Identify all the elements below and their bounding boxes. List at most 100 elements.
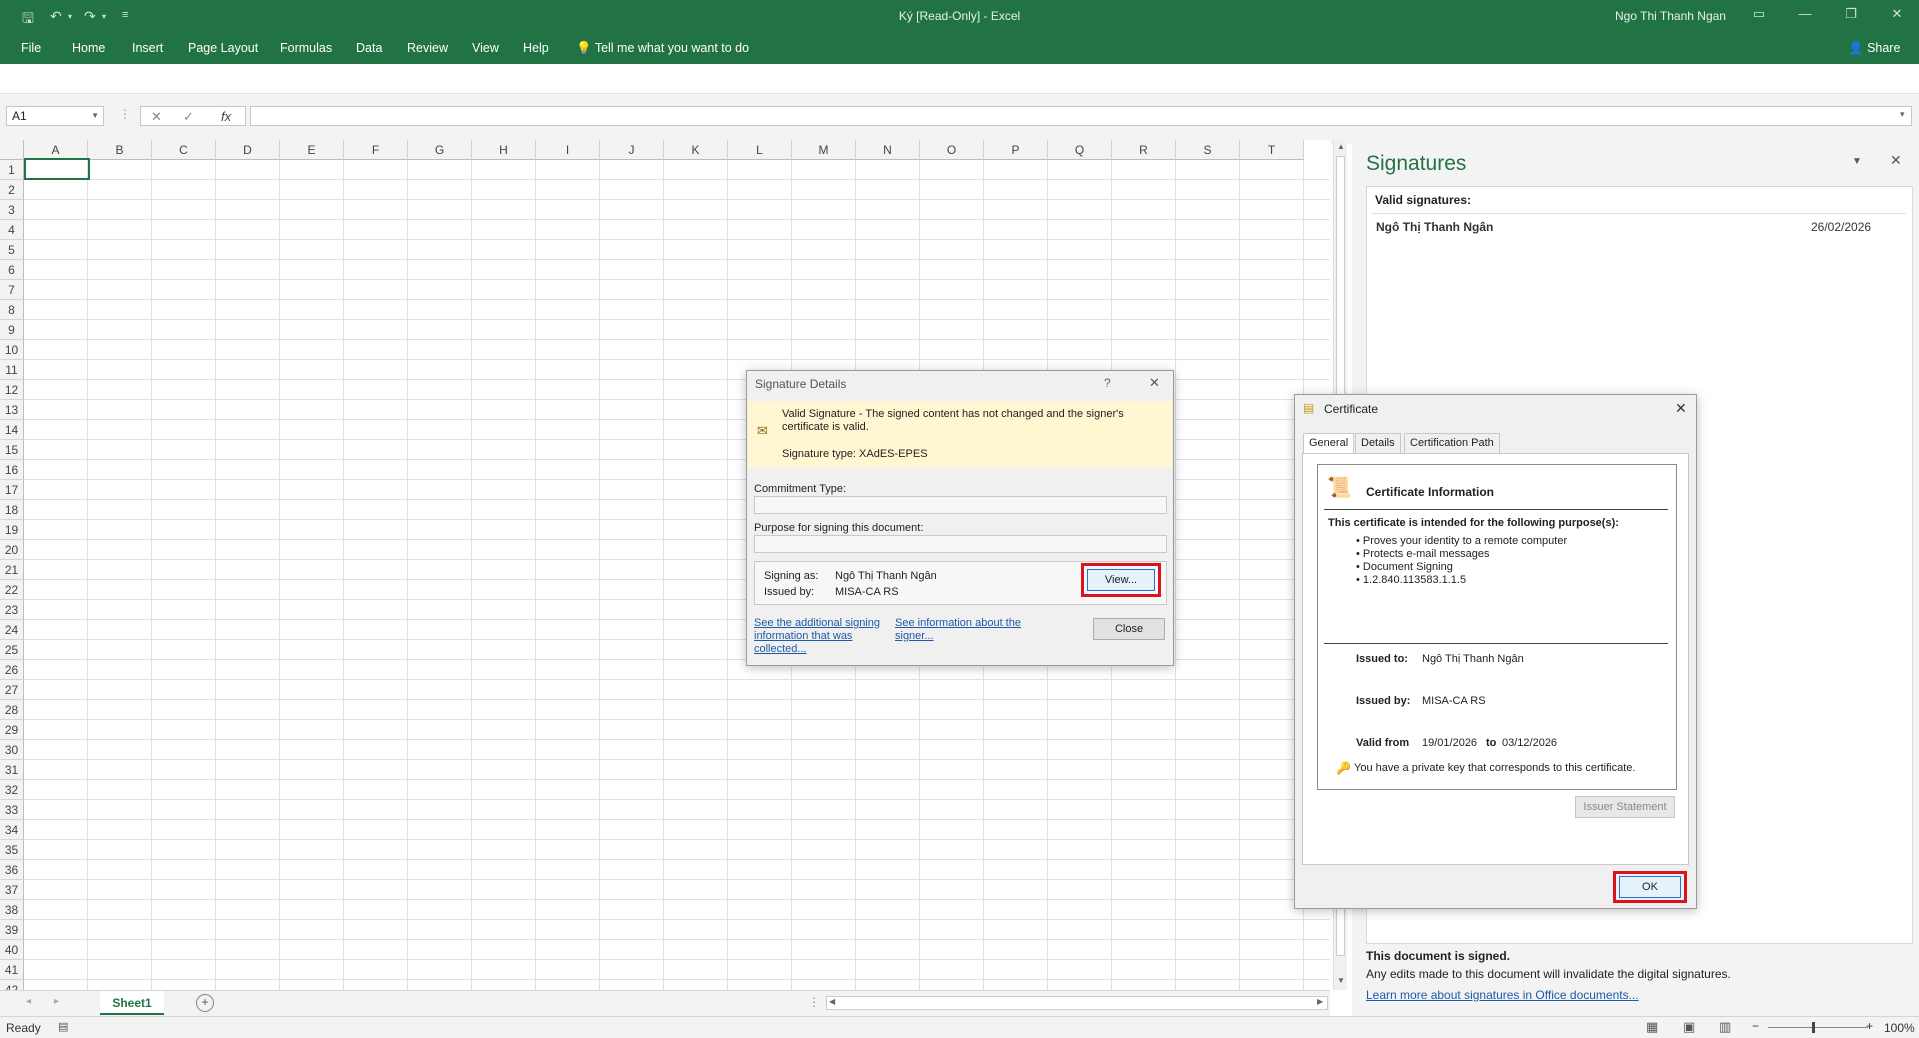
zoom-level[interactable]: 100% xyxy=(1884,1021,1915,1035)
row-header[interactable]: 9 xyxy=(0,320,24,340)
next-sheet-icon[interactable]: ▸ xyxy=(54,996,59,1007)
row-header[interactable]: 36 xyxy=(0,860,24,880)
column-header[interactable]: H xyxy=(472,140,536,160)
row-header[interactable]: 17 xyxy=(0,480,24,500)
name-box[interactable]: A1 ▼ xyxy=(6,106,104,126)
column-header[interactable]: B xyxy=(88,140,152,160)
normal-view-icon[interactable]: ▦ xyxy=(1646,1019,1658,1035)
column-header[interactable]: N xyxy=(856,140,920,160)
row-header[interactable]: 3 xyxy=(0,200,24,220)
add-sheet-icon[interactable]: + xyxy=(196,994,214,1012)
help-icon[interactable]: ? xyxy=(1104,376,1111,390)
scroll-up-icon[interactable]: ▲ xyxy=(1337,142,1345,151)
tab-review[interactable]: Review xyxy=(407,41,448,55)
row-header[interactable]: 14 xyxy=(0,420,24,440)
tell-me-search[interactable]: 💡 Tell me what you want to do xyxy=(576,41,749,56)
ribbon-display-icon[interactable]: ▭ xyxy=(1749,6,1769,22)
row-header[interactable]: 25 xyxy=(0,640,24,660)
row-header[interactable]: 32 xyxy=(0,780,24,800)
row-header[interactable]: 15 xyxy=(0,440,24,460)
close-icon[interactable]: ✕ xyxy=(1149,375,1160,391)
row-header[interactable]: 41 xyxy=(0,960,24,980)
tab-home[interactable]: Home xyxy=(72,41,105,55)
column-header[interactable]: M xyxy=(792,140,856,160)
scroll-down-icon[interactable]: ▼ xyxy=(1337,976,1345,985)
prev-sheet-icon[interactable]: ◂ xyxy=(26,996,31,1007)
page-layout-view-icon[interactable]: ▣ xyxy=(1683,1019,1695,1035)
close-window-icon[interactable]: ✕ xyxy=(1887,6,1907,22)
horizontal-scrollbar[interactable]: ◀ ▶ xyxy=(826,996,1328,1010)
column-header[interactable]: D xyxy=(216,140,280,160)
column-header[interactable]: S xyxy=(1176,140,1240,160)
column-header[interactable]: R xyxy=(1112,140,1176,160)
active-cell-a1[interactable] xyxy=(24,158,90,180)
column-header[interactable]: L xyxy=(728,140,792,160)
row-header[interactable]: 21 xyxy=(0,560,24,580)
column-header[interactable]: C xyxy=(152,140,216,160)
tab-page-layout[interactable]: Page Layout xyxy=(188,41,258,55)
row-header[interactable]: 24 xyxy=(0,620,24,640)
column-header[interactable]: J xyxy=(600,140,664,160)
tab-certification-path[interactable]: Certification Path xyxy=(1404,433,1500,453)
tab-file[interactable]: File xyxy=(21,41,41,55)
row-header[interactable]: 37 xyxy=(0,880,24,900)
row-header[interactable]: 22 xyxy=(0,580,24,600)
row-header[interactable]: 27 xyxy=(0,680,24,700)
macro-record-icon[interactable]: ▤ xyxy=(58,1020,68,1033)
close-button[interactable]: Close xyxy=(1093,618,1165,640)
pane-options-icon[interactable]: ▼ xyxy=(1852,156,1862,167)
zoom-slider[interactable] xyxy=(1768,1027,1868,1028)
enter-icon[interactable]: ✓ xyxy=(183,109,194,125)
column-header[interactable]: I xyxy=(536,140,600,160)
chevron-down-icon[interactable]: ▼ xyxy=(91,111,99,120)
column-header[interactable]: E xyxy=(280,140,344,160)
tab-insert[interactable]: Insert xyxy=(132,41,163,55)
column-header[interactable]: T xyxy=(1240,140,1304,160)
insert-function-icon[interactable]: fx xyxy=(221,109,231,124)
signature-entry[interactable]: Ngô Thị Thanh Ngân 26/02/2026 xyxy=(1371,213,1906,237)
row-header[interactable]: 2 xyxy=(0,180,24,200)
zoom-out-button[interactable]: − xyxy=(1752,1019,1759,1033)
row-header[interactable]: 23 xyxy=(0,600,24,620)
cancel-icon[interactable]: ✕ xyxy=(151,109,162,125)
row-header[interactable]: 8 xyxy=(0,300,24,320)
row-header[interactable]: 34 xyxy=(0,820,24,840)
tab-help[interactable]: Help xyxy=(523,41,549,55)
tab-data[interactable]: Data xyxy=(356,41,382,55)
scroll-left-icon[interactable]: ◀ xyxy=(829,997,835,1006)
column-header[interactable]: O xyxy=(920,140,984,160)
tab-view[interactable]: View xyxy=(472,41,499,55)
expand-formula-bar-icon[interactable]: ▾ xyxy=(1900,109,1905,120)
signer-info-link[interactable]: See information about the signer... xyxy=(895,617,1023,643)
zoom-slider-thumb[interactable] xyxy=(1812,1022,1815,1033)
row-header[interactable]: 38 xyxy=(0,900,24,920)
row-header[interactable]: 35 xyxy=(0,840,24,860)
row-header[interactable]: 16 xyxy=(0,460,24,480)
row-header[interactable]: 12 xyxy=(0,380,24,400)
row-header[interactable]: 29 xyxy=(0,720,24,740)
formula-input[interactable] xyxy=(250,106,1912,126)
user-name[interactable]: Ngo Thi Thanh Ngan xyxy=(1615,9,1726,23)
restore-icon[interactable]: ❐ xyxy=(1841,6,1861,22)
tab-formulas[interactable]: Formulas xyxy=(280,41,332,55)
row-header[interactable]: 11 xyxy=(0,360,24,380)
row-header[interactable]: 19 xyxy=(0,520,24,540)
row-header[interactable]: 13 xyxy=(0,400,24,420)
share-button[interactable]: 👤 Share xyxy=(1848,41,1900,56)
issuer-statement-button[interactable]: Issuer Statement xyxy=(1575,796,1675,818)
column-header[interactable]: K xyxy=(664,140,728,160)
column-header[interactable]: G xyxy=(408,140,472,160)
page-break-view-icon[interactable]: ▥ xyxy=(1719,1019,1731,1035)
tab-general[interactable]: General xyxy=(1303,433,1355,454)
row-header[interactable]: 4 xyxy=(0,220,24,240)
close-pane-icon[interactable]: ✕ xyxy=(1890,152,1902,169)
row-header[interactable]: 5 xyxy=(0,240,24,260)
column-header[interactable]: F xyxy=(344,140,408,160)
sheet-tab-sheet1[interactable]: Sheet1 xyxy=(100,991,164,1015)
additional-info-link[interactable]: See the additional signing information t… xyxy=(754,617,890,656)
view-certificate-button[interactable]: View... xyxy=(1087,569,1155,591)
row-header[interactable]: 7 xyxy=(0,280,24,300)
row-header[interactable]: 31 xyxy=(0,760,24,780)
row-header[interactable]: 26 xyxy=(0,660,24,680)
row-header[interactable]: 20 xyxy=(0,540,24,560)
